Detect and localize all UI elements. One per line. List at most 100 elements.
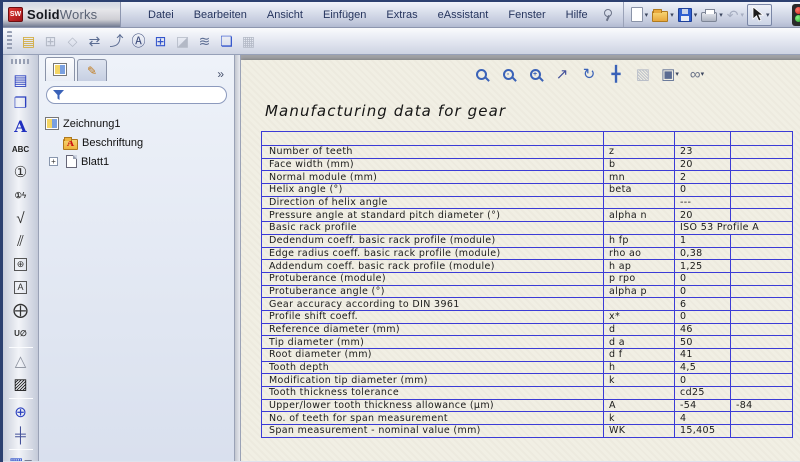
broken-out-section-button[interactable]: ⤴ <box>106 31 127 52</box>
drawing-view-button[interactable]: ❏ <box>216 31 237 52</box>
featuremanager-tab[interactable] <box>45 57 75 81</box>
view-layout-button[interactable]: ▦ <box>238 31 259 52</box>
model-view-button[interactable]: ▤ <box>18 31 39 52</box>
hole-callout-button[interactable]: U∅ <box>7 322 35 345</box>
tree-item-blatt1[interactable]: + Blatt1 <box>45 152 234 171</box>
tree-item-label: Beschriftung <box>82 137 143 149</box>
center-mark-button[interactable]: ⊕ <box>7 401 35 424</box>
surface-finish-button[interactable]: √ <box>7 207 35 230</box>
detail-view-icon: Ⓐ <box>132 34 146 48</box>
table-cell: Profile shift coeff. <box>262 310 604 323</box>
view-orientation-button[interactable]: ▣▾ <box>658 62 682 86</box>
table-row: Protuberance (module)p rpo0 <box>262 272 793 285</box>
table-cell: Normal module (mm) <box>262 171 604 184</box>
sheet-icon <box>66 155 77 168</box>
projected-view-icon: ⊞ <box>45 34 57 48</box>
weld-symbol-button[interactable]: ⫽ <box>7 230 35 253</box>
standard-3-view-button[interactable]: ⊞ <box>150 31 171 52</box>
geometric-tolerance-button[interactable]: ⊕ <box>7 253 35 276</box>
menu-fenster[interactable]: Fenster <box>499 5 554 25</box>
toolbar-grip[interactable] <box>11 59 31 64</box>
hide-show-items-button[interactable]: ∞▾ <box>685 62 709 86</box>
menu-ansicht[interactable]: Ansicht <box>258 5 312 25</box>
menu-einf-gen[interactable]: Einfügen <box>314 5 375 25</box>
datum-target-button[interactable]: ⨁ <box>7 299 35 322</box>
propertymanager-tab-icon: ✎ <box>87 64 97 78</box>
datum-target-icon: ⨁ <box>13 303 28 318</box>
zoom-in-out-button[interactable] <box>469 62 493 86</box>
tables-button[interactable]: ▦▾ <box>7 452 35 461</box>
table-cell: Tooth thickness tolerance <box>262 387 604 400</box>
toolbar-grip[interactable] <box>7 31 12 51</box>
gear-data-table[interactable]: Number of teethz23Face width (mm)b20Norm… <box>261 131 793 438</box>
propertymanager-tab[interactable]: ✎ <box>77 59 107 81</box>
graphics-area[interactable]: ▫+↗↻╋▧▣▾∞▾ Manufacturing data for gear N… <box>241 55 800 461</box>
crop-view-button[interactable]: ◪ <box>172 31 193 52</box>
filter-input[interactable] <box>46 86 227 104</box>
balloon-button[interactable]: ① <box>7 161 35 184</box>
table-row: Span measurement - nominal value (mm)WK1… <box>262 425 793 438</box>
note-icon: ▤ <box>13 73 27 88</box>
projected-view-button[interactable]: ⊞ <box>40 31 61 52</box>
note-button[interactable]: ▤ <box>7 69 35 92</box>
hide-show-items-dropdown[interactable]: ▾ <box>701 70 705 78</box>
pan-button[interactable]: ╋ <box>604 62 628 86</box>
spell-check-button[interactable]: ABC <box>7 138 35 161</box>
3d-drawing-view-button[interactable]: ▧ <box>631 62 655 86</box>
auxiliary-view-button[interactable]: ⬦ <box>62 31 83 52</box>
menu-hilfe[interactable]: Hilfe <box>557 5 597 25</box>
open-document-button[interactable]: ▾ <box>651 4 675 26</box>
table-cell: Edge radius coeff. basic rack profile (m… <box>262 247 604 260</box>
rotate-view-button[interactable]: ↻ <box>577 62 601 86</box>
auto-balloon-button[interactable]: ①ϟ <box>7 184 35 207</box>
undo-button[interactable]: ↶▾ <box>726 4 745 26</box>
drawing-title[interactable]: Manufacturing data for gear <box>265 102 506 120</box>
zoom-to-selection-button[interactable]: ↗ <box>550 62 574 86</box>
eassistant-traffic-light-icon[interactable] <box>792 4 800 26</box>
collapse-panel-button[interactable]: » <box>211 67 230 81</box>
menu-extras[interactable]: Extras <box>377 5 426 25</box>
menu-eassistant[interactable]: eAssistant <box>429 5 498 25</box>
area-hatch-icon: ▨ <box>13 377 27 392</box>
select-button[interactable]: ▾ <box>747 4 772 26</box>
print-button[interactable]: ▾ <box>700 4 724 26</box>
new-document-button[interactable]: ▾ <box>630 4 650 26</box>
view-orientation-dropdown[interactable]: ▾ <box>675 70 679 78</box>
zoom-to-area-button[interactable]: + <box>523 62 547 86</box>
detail-view-button[interactable]: Ⓐ <box>128 31 149 52</box>
tree-item-label: Blatt1 <box>81 156 109 168</box>
tree-item-beschriftung[interactable]: A Beschriftung <box>45 133 234 152</box>
break-view-button[interactable]: ≋ <box>194 31 215 52</box>
tree-item-zeichnung1[interactable]: Zeichnung1 <box>45 114 234 133</box>
pin-icon[interactable] <box>601 8 613 22</box>
view-orientation-icon: ▣ <box>661 67 675 82</box>
save-button[interactable]: ▾ <box>677 4 699 26</box>
area-hatch-button[interactable]: ▨ <box>7 373 35 396</box>
solidworks-cube-icon: SW <box>8 7 23 22</box>
tables-dropdown[interactable]: ▾ <box>24 456 32 461</box>
balloon-note-button[interactable]: ❐ <box>7 92 35 115</box>
datum-feature-button[interactable]: A <box>7 276 35 299</box>
expand-icon[interactable]: + <box>49 157 58 166</box>
select-dropdown[interactable]: ▾ <box>766 11 770 19</box>
open-document-dropdown[interactable]: ▾ <box>670 11 674 19</box>
center-mark-icon: ⊕ <box>14 405 27 420</box>
text-button[interactable]: A <box>7 115 35 138</box>
zoom-to-selection-icon: ↗ <box>556 67 569 82</box>
print-dropdown[interactable]: ▾ <box>719 11 723 19</box>
annotations-folder-icon: A <box>63 139 78 150</box>
new-document-dropdown[interactable]: ▾ <box>645 11 649 19</box>
table-cell: Face width (mm) <box>262 158 604 171</box>
undo-dropdown[interactable]: ▾ <box>740 11 744 19</box>
drawing-sheet[interactable]: ▫+↗↻╋▧▣▾∞▾ Manufacturing data for gear N… <box>241 60 800 461</box>
menu-datei[interactable]: Datei <box>139 5 183 25</box>
table-cell <box>604 387 675 400</box>
save-dropdown[interactable]: ▾ <box>694 11 698 19</box>
table-cell <box>604 132 675 146</box>
revision-symbol-button[interactable]: △ <box>7 350 35 373</box>
update-view-button[interactable]: ⇄ <box>84 31 105 52</box>
table-cell: h <box>604 361 675 374</box>
centerline-button[interactable]: ╪ <box>7 424 35 447</box>
menu-bearbeiten[interactable]: Bearbeiten <box>185 5 256 25</box>
zoom-to-fit-button[interactable]: ▫ <box>496 62 520 86</box>
